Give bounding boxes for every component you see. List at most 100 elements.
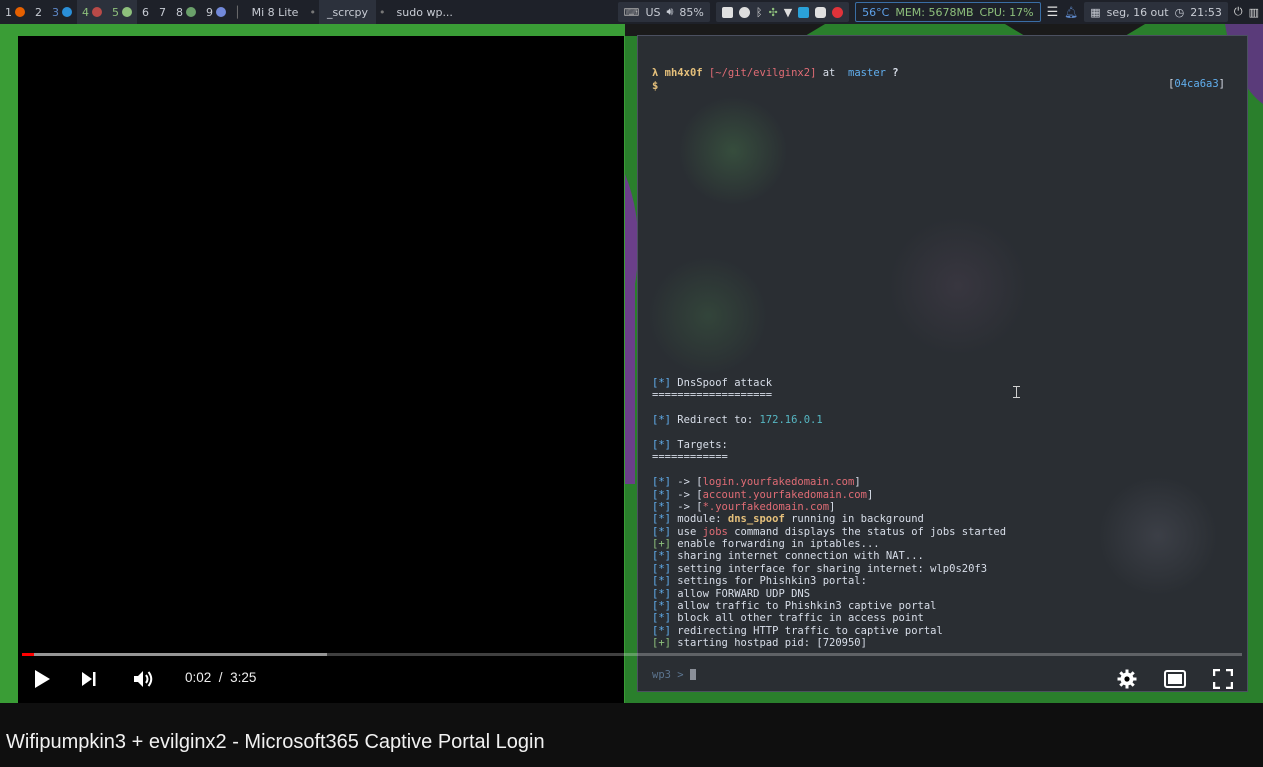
network-icon[interactable]: ✣ bbox=[768, 6, 777, 19]
discord-icon bbox=[216, 7, 226, 17]
play-icon bbox=[35, 670, 50, 688]
log-line: [*] -> [account.yourfakedomain.com] bbox=[652, 489, 1242, 501]
progress-bar[interactable] bbox=[22, 653, 1242, 656]
workspace-8[interactable]: 8 bbox=[171, 0, 201, 24]
log-tag: [*] bbox=[652, 525, 671, 538]
log-text-after: ] bbox=[866, 488, 874, 501]
cloud-icon[interactable] bbox=[738, 6, 750, 18]
window-title-label: _scrcpy bbox=[326, 5, 369, 19]
fullscreen-icon bbox=[1213, 669, 1233, 689]
play-button[interactable] bbox=[27, 664, 57, 694]
time-display: 0:02 / 3:25 bbox=[185, 670, 256, 685]
clipboard-icon[interactable] bbox=[721, 6, 733, 18]
snowflake-app-icon[interactable] bbox=[798, 6, 810, 18]
log-line: [*] redirecting HTTP traffic to captive … bbox=[652, 625, 1242, 637]
date-label: seg, 16 out bbox=[1106, 5, 1169, 19]
terminal-bg-blur bbox=[648, 256, 768, 376]
workspace-1[interactable]: 1 bbox=[0, 0, 30, 24]
log-text: -> [ bbox=[677, 476, 703, 489]
prompt-user: mh4x0f bbox=[664, 67, 703, 79]
settings-button[interactable] bbox=[1112, 664, 1142, 694]
repl-prompt[interactable]: wp3 > bbox=[652, 669, 696, 681]
settings-sliders-icon[interactable]: ☰ bbox=[1047, 5, 1059, 20]
terminal-icon bbox=[92, 7, 102, 17]
window-title-sudo-wp[interactable]: sudo wp... bbox=[389, 0, 461, 24]
log-tag: [*] bbox=[652, 513, 671, 526]
fullscreen-button[interactable] bbox=[1208, 664, 1238, 694]
clock-icon: ◷ bbox=[1174, 5, 1185, 19]
log-text: DnsSpoof attack bbox=[677, 377, 773, 389]
window-title-label: Mi 8 Lite bbox=[251, 5, 299, 19]
video-title: Wifipumpkin3 + evilginx2 - Microsoft365 … bbox=[6, 731, 545, 753]
workspace-number: 9 bbox=[206, 5, 213, 19]
record-icon[interactable] bbox=[832, 6, 844, 18]
prompt-path: [~/git/evilginx2] bbox=[708, 67, 817, 79]
notification-bell-icon[interactable]: 🔔︎ bbox=[1064, 6, 1078, 19]
volume-button[interactable] bbox=[129, 664, 159, 694]
log-text: Redirect to: bbox=[677, 414, 760, 427]
next-button[interactable] bbox=[74, 664, 104, 694]
workspace-4[interactable]: 4 bbox=[77, 0, 107, 24]
text-cursor bbox=[689, 669, 696, 680]
keyboard-icon: ⌨ bbox=[623, 5, 640, 19]
workspace-number: 4 bbox=[82, 5, 89, 19]
terminal-bg-blur bbox=[888, 216, 1028, 356]
miniplayer-button[interactable] bbox=[1160, 664, 1190, 694]
log-text: Targets: bbox=[677, 438, 728, 451]
log-line: [*] allow FORWARD UDP DNS bbox=[652, 588, 1242, 600]
workspace-9[interactable]: 9 bbox=[201, 0, 231, 24]
video-player[interactable]: 123 4 56789 │ Mi 8 Lite • _scrcpy • sudo w… bbox=[0, 0, 1263, 703]
log-line: [*] module: dns_spoof running in backgro… bbox=[652, 513, 1242, 525]
divider: │ bbox=[234, 5, 241, 19]
keyboard-layout-label: US bbox=[645, 5, 661, 19]
memory-label: MEM: 5678MB bbox=[895, 5, 974, 19]
log-text-after: ] bbox=[854, 476, 861, 489]
window-title-mi8lite[interactable]: Mi 8 Lite bbox=[244, 0, 307, 24]
prompt-dollar: $ bbox=[652, 80, 659, 92]
workspace-5[interactable]: 5 bbox=[107, 0, 137, 24]
calendar-icon: ▦ bbox=[1090, 5, 1101, 19]
layout-icon[interactable]: ▥ bbox=[1249, 6, 1259, 19]
progress-played bbox=[22, 653, 35, 656]
firefox-icon bbox=[15, 7, 25, 17]
log-tag: [*] bbox=[652, 575, 671, 588]
log-tag: [+] bbox=[652, 637, 671, 650]
duration: 3:25 bbox=[230, 670, 257, 685]
bullet-separator: • bbox=[309, 5, 316, 19]
log-text-after: command displays the status of jobs star… bbox=[727, 525, 1007, 538]
bullet-separator: • bbox=[379, 5, 386, 19]
workspace-number: 3 bbox=[52, 5, 59, 19]
volume-icon bbox=[134, 671, 153, 687]
tray-app-icons: ᛒ ✣ ▼ bbox=[715, 2, 850, 22]
discord-tray-icon[interactable] bbox=[815, 6, 827, 18]
power-icon[interactable]: ⏻ bbox=[1234, 5, 1243, 19]
log-highlight: dns_spoof bbox=[727, 513, 785, 526]
log-tag: [*] bbox=[652, 438, 671, 451]
window-title-scrcpy[interactable]: _scrcpy bbox=[318, 0, 377, 24]
shell-prompt: λ mh4x0f [~/git/evilginx2] at master ? bbox=[652, 67, 899, 79]
wifi-icon[interactable]: ▼ bbox=[784, 6, 792, 19]
log-line: [*] Targets: bbox=[652, 439, 1242, 451]
log-line: [*] -> [login.yourfakedomain.com] bbox=[652, 476, 1242, 488]
workspace-2[interactable]: 2 bbox=[30, 0, 47, 24]
workspace-3[interactable]: 3 bbox=[47, 0, 77, 24]
terminal-window[interactable]: λ mh4x0f [~/git/evilginx2] at master ? $… bbox=[637, 35, 1248, 692]
workspace-6[interactable]: 6 bbox=[137, 0, 154, 24]
log-text: block all other traffic in access point bbox=[677, 612, 924, 625]
log-text: use bbox=[677, 525, 703, 538]
log-text: ============ bbox=[652, 451, 728, 464]
log-text: setting interface for sharing internet: … bbox=[677, 562, 988, 575]
volume-icon[interactable]: 🔊︎ bbox=[666, 5, 673, 19]
terminal-bg-blur bbox=[678, 96, 788, 206]
system-tray-area: ⌨ US 🔊︎ 85% ᛒ ✣ ▼ 56°C MEM: 5678MB CPU: … bbox=[617, 0, 1263, 24]
log-highlight: 172.16.0.1 bbox=[759, 414, 823, 427]
log-line: [*] DnsSpoof attack bbox=[652, 377, 1242, 389]
log-text: module: bbox=[677, 513, 728, 526]
log-text-after: ] bbox=[829, 500, 836, 513]
workspace-7[interactable]: 7 bbox=[154, 0, 171, 24]
bluetooth-icon[interactable]: ᛒ bbox=[756, 6, 763, 19]
prompt-git-status: ? bbox=[892, 67, 899, 79]
log-text: enable forwarding in iptables... bbox=[677, 538, 880, 551]
